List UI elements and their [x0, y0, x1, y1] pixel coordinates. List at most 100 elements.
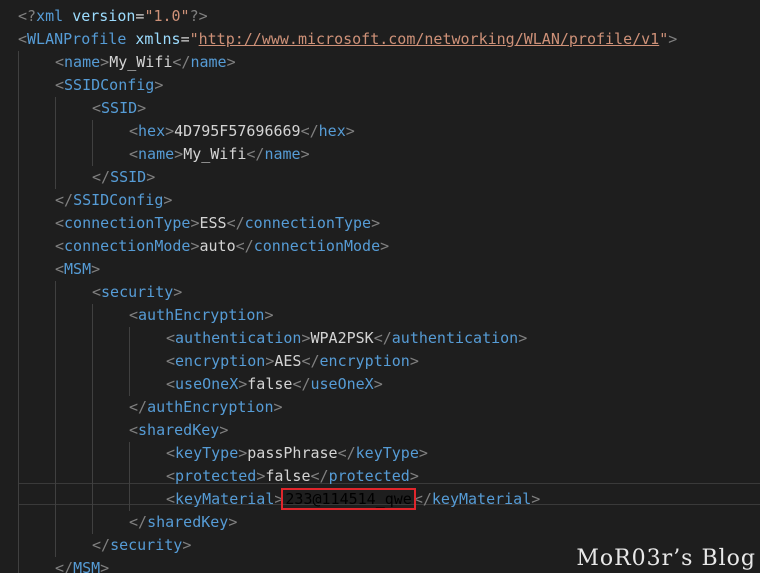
bracket-token: >	[163, 191, 173, 209]
code-line[interactable]: </authEncryption>	[129, 396, 283, 419]
code-line[interactable]: <connectionType>ESS</connectionType>	[55, 212, 380, 235]
indent-guide-line	[18, 350, 19, 373]
indent-guide-line	[18, 120, 19, 143]
tag-token: WLANProfile	[27, 30, 127, 48]
tag-token: authentication	[175, 329, 302, 347]
bracket-token: >	[518, 329, 528, 347]
bracket-token: </	[310, 467, 329, 485]
indent-guide-line	[18, 143, 19, 166]
blog-watermark: MoR03r’s Blog	[576, 546, 756, 571]
bracket-token: >	[146, 168, 156, 186]
tag-token: protected	[328, 467, 410, 485]
indent-guide-line	[92, 465, 93, 488]
tag-token: SSID	[101, 99, 138, 117]
bracket-token: >	[91, 260, 101, 278]
tag-token: useOneX	[310, 375, 374, 393]
code-line[interactable]: </MSM>	[55, 557, 109, 573]
indent-guide-line	[55, 465, 56, 488]
code-line[interactable]: <SSIDConfig>	[55, 74, 163, 97]
code-line[interactable]: </SSID>	[92, 166, 155, 189]
bracket-token: </	[226, 214, 245, 232]
code-line[interactable]: <SSID>	[92, 97, 146, 120]
code-line[interactable]: <encryption>AES</encryption>	[166, 350, 419, 373]
bracket-token: </	[129, 398, 148, 416]
indent-guide-line	[18, 166, 19, 189]
code-line[interactable]: <name>My_Wifi</name>	[55, 51, 236, 74]
bracket-token: <	[166, 329, 176, 347]
bracket-token: </	[55, 191, 74, 209]
url-link[interactable]: http://www.microsoft.com/networking/WLAN…	[199, 30, 660, 48]
code-line[interactable]: <hex>4D795F57696669</hex>	[129, 120, 355, 143]
bracket-token: >	[345, 122, 355, 140]
bracket-token: >	[264, 306, 274, 324]
code-line[interactable]: <?xml version="1.0"?>	[18, 5, 208, 28]
tag-token: MSM	[64, 260, 92, 278]
text-token: WPA2PSK	[310, 329, 374, 347]
indent-guide-line	[18, 534, 19, 557]
top-edge	[0, 0, 760, 4]
code-line[interactable]: </security>	[92, 534, 191, 557]
text-token: ESS	[199, 214, 227, 232]
indent-guide-line	[92, 419, 93, 442]
bracket-token: <	[55, 53, 65, 71]
tag-token: authentication	[391, 329, 519, 347]
code-line[interactable]: <sharedKey>	[129, 419, 228, 442]
code-line[interactable]: <keyMaterial> 233@114514_qwe </keyMaterial…	[166, 488, 540, 511]
bracket-token: >	[137, 99, 147, 117]
bracket-token: >	[256, 467, 266, 485]
indent-guide-line	[55, 488, 56, 511]
bracket-token: >	[373, 375, 383, 393]
bracket-token: >	[190, 214, 200, 232]
indent-guide-line	[92, 143, 93, 166]
bracket-token: <	[129, 421, 139, 439]
bracket-token: >	[531, 490, 541, 508]
text-token: auto	[199, 237, 236, 255]
code-line[interactable]: </SSIDConfig>	[55, 189, 172, 212]
code-line[interactable]: </sharedKey>	[129, 511, 237, 534]
bracket-token: <	[166, 467, 176, 485]
code-editor[interactable]: <?xml version="1.0"?> <WLANProfile xmlns=…	[0, 0, 760, 573]
text-token: 4D795F57696669	[174, 122, 301, 140]
string-token: "1.0"	[144, 7, 190, 25]
bracket-token: >	[300, 145, 310, 163]
bracket-token: </	[55, 559, 74, 573]
code-line[interactable]: <MSM>	[55, 258, 100, 281]
tag-token: name	[264, 145, 301, 163]
tag-token: authEncryption	[138, 306, 265, 324]
indent-guide-line	[18, 557, 19, 573]
code-line[interactable]: <useOneX>false</useOneX>	[166, 373, 383, 396]
tag-token: keyMaterial	[431, 490, 532, 508]
indent-guide-line	[18, 488, 19, 511]
bracket-token: <	[55, 260, 65, 278]
indent-guide-line	[18, 189, 19, 212]
indent-guide-line	[18, 465, 19, 488]
indent-guide-line	[92, 442, 93, 465]
bracket-token: </	[246, 145, 265, 163]
indent-guide-line	[92, 120, 93, 143]
attribute-token: xmlns	[135, 30, 181, 48]
indent-guide-line	[55, 419, 56, 442]
bracket-token: >	[301, 329, 311, 347]
bracket-token: >	[409, 352, 419, 370]
code-line[interactable]: <protected>false</protected>	[166, 465, 419, 488]
bracket-token: >	[182, 536, 192, 554]
bracket-token: <	[92, 283, 102, 301]
code-line[interactable]: <name>My_Wifi</name>	[129, 143, 310, 166]
code-line[interactable]: <authentication>WPA2PSK</authentication>	[166, 327, 527, 350]
indent-guide-line	[18, 396, 19, 419]
code-line[interactable]: <security>	[92, 281, 182, 304]
code-line[interactable]: <connectionMode>auto</connectionMode>	[55, 235, 389, 258]
code-line[interactable]: <WLANProfile xmlns="http://www.microsoft…	[18, 28, 677, 51]
code-line[interactable]: <keyType>passPhrase</keyType>	[166, 442, 428, 465]
tag-token: sharedKey	[147, 513, 229, 531]
code-line[interactable]: <authEncryption>	[129, 304, 274, 327]
tag-token: keyMaterial	[175, 490, 275, 508]
indent-guide-line	[55, 143, 56, 166]
bracket-token: <	[166, 375, 176, 393]
indent-guide-line	[129, 373, 130, 396]
bracket-token: <	[129, 145, 139, 163]
indent-guide-line	[55, 511, 56, 534]
text-token: My_Wifi	[183, 145, 247, 163]
indent-guide-line	[92, 304, 93, 327]
